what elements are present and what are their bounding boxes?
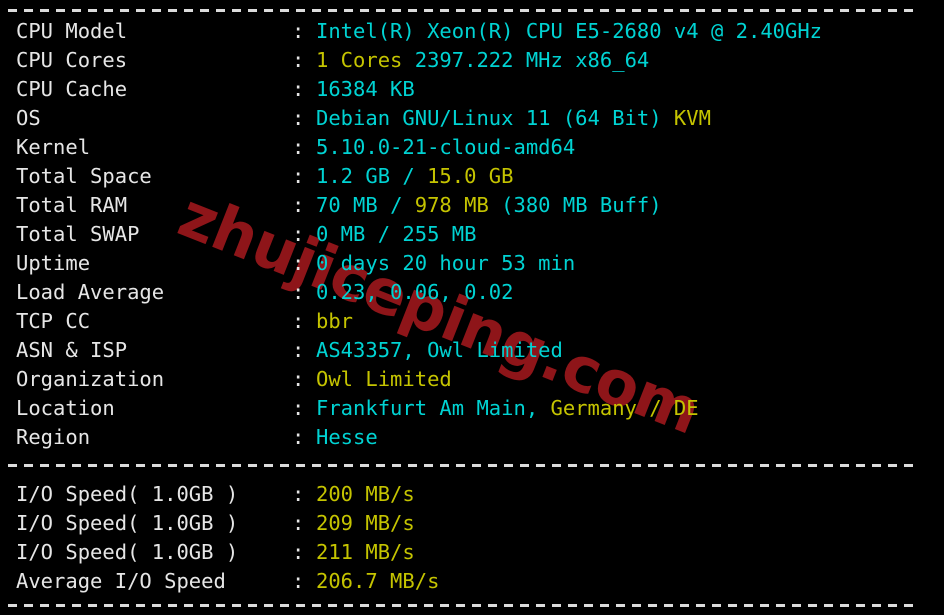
value-os: Debian GNU/Linux 11 (64 Bit) KVM — [316, 106, 711, 130]
row-cpu-cache: CPU Cache : 16384 KB — [0, 75, 944, 104]
label-cpu-cache: CPU Cache — [16, 77, 128, 101]
value-io-speed-3: 211 MB/s — [316, 540, 415, 564]
value-cpu-cores: 1 Cores 2397.222 MHz x86_64 — [316, 48, 650, 72]
row-uptime: Uptime : 0 days 20 hour 53 min — [0, 249, 944, 278]
value-cpu-cache: 16384 KB — [316, 77, 415, 101]
separator-colon: : — [292, 482, 305, 506]
separator-colon: : — [292, 338, 305, 362]
value-organization: Owl Limited — [316, 367, 452, 391]
separator-colon: : — [292, 164, 305, 188]
value-asn-isp: AS43357, Owl Limited — [316, 338, 563, 362]
separator-colon: : — [292, 48, 305, 72]
label-cpu-cores: CPU Cores — [16, 48, 128, 72]
label-io-speed-1: I/O Speed( 1.0GB ) — [16, 482, 239, 506]
separator-colon: : — [292, 540, 305, 564]
label-io-speed-2: I/O Speed( 1.0GB ) — [16, 511, 239, 535]
row-location: Location : Frankfurt Am Main, Germany / … — [0, 394, 944, 423]
separator-colon: : — [292, 19, 305, 43]
separator-colon: : — [292, 106, 305, 130]
row-total-space: Total Space : 1.2 GB / 15.0 GB — [0, 162, 944, 191]
row-io-speed-average: Average I/O Speed : 206.7 MB/s — [0, 567, 944, 596]
divider-middle — [8, 464, 916, 467]
label-total-swap: Total SWAP — [16, 222, 140, 246]
separator-colon: : — [292, 193, 305, 217]
separator-colon: : — [292, 367, 305, 391]
divider-bottom — [8, 604, 916, 607]
row-total-swap: Total SWAP : 0 MB / 255 MB — [0, 220, 944, 249]
label-cpu-model: CPU Model — [16, 19, 128, 43]
separator-colon: : — [292, 280, 305, 304]
separator-colon: : — [292, 77, 305, 101]
row-organization: Organization : Owl Limited — [0, 365, 944, 394]
label-os: OS — [16, 106, 41, 130]
value-uptime: 0 days 20 hour 53 min — [316, 251, 576, 275]
row-load-average: Load Average : 0.23, 0.06, 0.02 — [0, 278, 944, 307]
separator-colon: : — [292, 309, 305, 333]
label-region: Region — [16, 425, 91, 449]
value-io-speed-average: 206.7 MB/s — [316, 569, 440, 593]
value-total-ram: 70 MB / 978 MB (380 MB Buff) — [316, 193, 662, 217]
label-total-ram: Total RAM — [16, 193, 128, 217]
row-os: OS : Debian GNU/Linux 11 (64 Bit) KVM — [0, 104, 944, 133]
separator-colon: : — [292, 425, 305, 449]
value-io-speed-2: 209 MB/s — [316, 511, 415, 535]
row-kernel: Kernel : 5.10.0-21-cloud-amd64 — [0, 133, 944, 162]
value-region: Hesse — [316, 425, 378, 449]
value-location: Frankfurt Am Main, Germany / DE — [316, 396, 699, 420]
value-load-average: 0.23, 0.06, 0.02 — [316, 280, 514, 304]
value-cpu-model: Intel(R) Xeon(R) CPU E5-2680 v4 @ 2.40GH… — [316, 19, 823, 43]
separator-colon: : — [292, 251, 305, 275]
label-location: Location — [16, 396, 115, 420]
row-region: Region : Hesse — [0, 423, 944, 452]
divider-top — [8, 9, 916, 12]
label-organization: Organization — [16, 367, 165, 391]
label-tcp-cc: TCP CC — [16, 309, 91, 333]
label-total-space: Total Space — [16, 164, 152, 188]
row-cpu-cores: CPU Cores : 1 Cores 2397.222 MHz x86_64 — [0, 46, 944, 75]
terminal-window: zhujiceping.com CPU Model : Intel(R) Xeo… — [0, 0, 944, 615]
separator-colon: : — [292, 222, 305, 246]
separator-colon: : — [292, 569, 305, 593]
value-io-speed-1: 200 MB/s — [316, 482, 415, 506]
row-tcp-cc: TCP CC : bbr — [0, 307, 944, 336]
terminal-content: CPU Model : Intel(R) Xeon(R) CPU E5-2680… — [0, 0, 944, 615]
label-io-speed-average: Average I/O Speed — [16, 569, 226, 593]
label-io-speed-3: I/O Speed( 1.0GB ) — [16, 540, 239, 564]
row-total-ram: Total RAM : 70 MB / 978 MB (380 MB Buff) — [0, 191, 944, 220]
row-asn-isp: ASN & ISP : AS43357, Owl Limited — [0, 336, 944, 365]
value-tcp-cc: bbr — [316, 309, 354, 333]
label-kernel: Kernel — [16, 135, 91, 159]
row-cpu-model: CPU Model : Intel(R) Xeon(R) CPU E5-2680… — [0, 17, 944, 46]
row-io-speed-3: I/O Speed( 1.0GB ) : 211 MB/s — [0, 538, 944, 567]
value-total-space: 1.2 GB / 15.0 GB — [316, 164, 514, 188]
separator-colon: : — [292, 396, 305, 420]
value-kernel: 5.10.0-21-cloud-amd64 — [316, 135, 576, 159]
separator-colon: : — [292, 511, 305, 535]
label-asn-isp: ASN & ISP — [16, 338, 128, 362]
row-io-speed-2: I/O Speed( 1.0GB ) : 209 MB/s — [0, 509, 944, 538]
row-io-speed-1: I/O Speed( 1.0GB ) : 200 MB/s — [0, 480, 944, 509]
label-load-average: Load Average — [16, 280, 165, 304]
separator-colon: : — [292, 135, 305, 159]
label-uptime: Uptime — [16, 251, 91, 275]
value-total-swap: 0 MB / 255 MB — [316, 222, 477, 246]
